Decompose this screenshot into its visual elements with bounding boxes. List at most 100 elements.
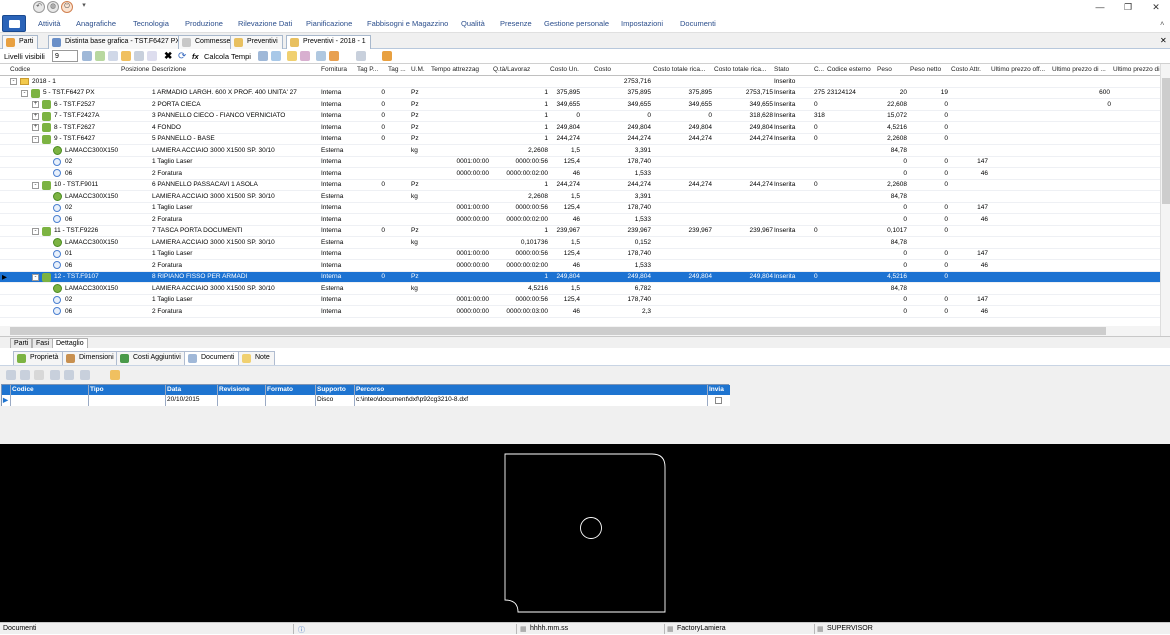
menu-attivita[interactable]: Attività (38, 19, 61, 28)
undo-icon[interactable]: ↶ (33, 1, 45, 13)
table-row[interactable]: - 10 - TST.F9011 6 PANNELLO PASSACAVI 1 AS… (0, 180, 1160, 191)
expand-icon[interactable]: + (32, 124, 39, 131)
col-tipo[interactable]: Tipo (90, 386, 104, 393)
table-row[interactable]: +8 - TST.F2627 4 FONDO Interna Pz Inserita 0 1… (0, 122, 1160, 134)
globe-icon[interactable]: ◍ (47, 1, 59, 13)
export-icon[interactable] (300, 51, 310, 61)
ribbon-collapse-icon[interactable]: ˄ (1160, 19, 1164, 28)
levels-input[interactable] (52, 50, 78, 62)
tree-collapse-icon[interactable] (271, 51, 281, 61)
edit-icon[interactable] (108, 51, 118, 61)
open-folder-icon[interactable] (110, 370, 120, 380)
col-supporto[interactable]: Supporto (317, 386, 346, 393)
col-header[interactable]: Fornitura (321, 66, 356, 73)
expand-icon[interactable]: + (32, 101, 39, 108)
menu-anagrafiche[interactable]: Anagrafiche (76, 19, 116, 28)
horizontal-scrollbar[interactable] (0, 326, 1160, 336)
menu-gestione-personale[interactable]: Gestione personale (544, 19, 609, 28)
table-row[interactable]: 01 1 Taglio Laser Interna 0000:00:56 125,4 17… (0, 249, 1160, 260)
close-tab-icon[interactable]: ✕ (1160, 36, 1167, 45)
tab-distinta-base-grafica[interactable]: Distinta base grafica - TST.F6427 PX (48, 35, 186, 49)
calc-times-button[interactable]: Calcola Tempi (204, 50, 251, 63)
col-revisione[interactable]: Revisione (219, 386, 250, 393)
collapse-icon[interactable]: - (32, 181, 39, 189)
table-row[interactable]: 06 2 Foratura Interna 0000:00:02:00 46 1,533 0… (0, 260, 1160, 272)
tree-expand-icon[interactable] (258, 51, 268, 61)
redo-doc-icon[interactable] (64, 370, 74, 380)
col-header[interactable]: Descrizione (152, 66, 320, 73)
dxf-drawing-viewer[interactable] (0, 444, 1170, 622)
restore-button[interactable]: ❐ (1114, 0, 1142, 14)
vertical-scroll-thumb[interactable] (1162, 78, 1170, 204)
col-data[interactable]: Data (167, 386, 181, 393)
vertical-scrollbar[interactable] (1160, 64, 1170, 336)
col-header[interactable]: Ultimo prezzo di ... (1113, 66, 1163, 73)
table-row[interactable]: - 9 - TST.F6427 5 PANNELLO - BASE Interna Pz… (0, 134, 1160, 145)
col-header[interactable]: Q.tà/Lavoraz (493, 66, 548, 73)
table-row[interactable]: 06 2 Foratura Interna 0000:00:03:00 46 2,3 0 0 4… (0, 306, 1160, 318)
table-row[interactable]: - 11 - TST.F9226 7 TASCA PORTA DOCUMENTI In… (0, 226, 1160, 237)
pencil-icon[interactable] (121, 51, 131, 61)
table-row[interactable]: 06 2 Foratura Interna 0000:00:02:00 46 1,533 0… (0, 214, 1160, 226)
col-header[interactable]: Stato (774, 66, 812, 73)
expand-icon[interactable]: + (32, 112, 39, 120)
settings-icon[interactable] (329, 51, 339, 61)
tab-preventivi[interactable]: Preventivi (230, 35, 283, 49)
table-row[interactable]: 06 2 Foratura Interna 0000:00:02:00 46 1,533 0… (0, 168, 1160, 180)
table-row[interactable]: - 2018 - 1 Inserito 2753,716 (0, 76, 1160, 88)
menu-impostazioni[interactable]: Impostazioni (621, 19, 663, 28)
table-row[interactable]: +7 - TST.F2427A 3 PANNELLO CIECO - FIANCO… (0, 111, 1160, 122)
collapse-icon[interactable]: - (10, 78, 17, 85)
menu-produzione[interactable]: Produzione (185, 19, 223, 28)
table-row[interactable]: 02 1 Taglio Laser Interna 0000:00:56 125,4 17… (0, 157, 1160, 168)
application-menu-button[interactable] (2, 15, 26, 32)
col-header[interactable]: Posizione (121, 66, 151, 73)
col-header[interactable]: Codice esterno (827, 66, 875, 73)
close-button[interactable]: ✕ (1142, 0, 1170, 14)
tab-parti[interactable]: Parti (2, 35, 39, 49)
col-header[interactable]: Ultimo prezzo di ... (1052, 66, 1110, 73)
col-header[interactable]: Costo Attr. (951, 66, 989, 73)
table-row[interactable]: - 5 - TST.F6427 PX 1 ARMADIO LARGH. 600 X … (0, 88, 1160, 99)
tab-documenti[interactable]: Documenti (184, 351, 240, 365)
collapse-icon[interactable]: - (21, 89, 28, 97)
menu-tecnologia[interactable]: Tecnologia (133, 19, 169, 28)
table-row[interactable]: LAMACC300X150 LAMIERA ACCIAIO 3000 X1500 … (0, 145, 1160, 157)
tab-proprieta[interactable]: Proprietà (13, 351, 64, 365)
table-row[interactable]: ▶ - 12 - TST.F9107 8 RIPIANO FISSO PER ARMA… (0, 271, 1160, 283)
table-row[interactable]: ▶ 20/10/2015 Disco c:\inteo\document\dxf… (2, 395, 730, 406)
edit-doc-icon[interactable] (20, 370, 30, 380)
drawing-icon[interactable] (316, 51, 326, 61)
menu-qualita[interactable]: Qualità (461, 19, 485, 28)
col-header[interactable]: Ultimo prezzo off... (991, 66, 1049, 73)
send-checkbox[interactable] (715, 397, 722, 404)
collapse-icon[interactable]: - (32, 273, 39, 281)
col-header[interactable]: Codice (10, 66, 120, 73)
col-header[interactable]: Tag P... (357, 66, 387, 73)
col-header[interactable]: Costo totale rica... (653, 66, 713, 73)
paste-icon[interactable] (147, 51, 157, 61)
menu-documenti[interactable]: Documenti (680, 19, 716, 28)
table-row[interactable]: +6 - TST.F2527 2 PORTA CIECA Interna Pz Inse… (0, 99, 1160, 111)
col-invia[interactable]: Invia (709, 386, 724, 393)
col-header[interactable]: Tempo attrezzag (431, 66, 491, 73)
undo-doc-icon[interactable] (50, 370, 60, 380)
delete-icon[interactable]: ✖ (164, 50, 172, 63)
table-row[interactable]: LAMACC300X150 LAMIERA ACCIAIO 3000 X1500 … (0, 283, 1160, 295)
col-header[interactable]: Costo (594, 66, 639, 73)
delete-doc-icon[interactable] (34, 370, 44, 380)
add-icon[interactable] (95, 51, 105, 61)
col-header[interactable]: C... (814, 66, 826, 73)
fx-icon[interactable]: fx (192, 50, 199, 63)
menu-presenze[interactable]: Presenze (500, 19, 532, 28)
col-formato[interactable]: Formato (267, 386, 293, 393)
collapse-icon[interactable]: - (32, 227, 39, 235)
new-doc-icon[interactable] (6, 370, 16, 380)
refresh-icon[interactable] (82, 51, 92, 61)
minimize-button[interactable]: — (1086, 0, 1114, 14)
menu-fabbisogni-magazzino[interactable]: Fabbisogni e Magazzino (367, 19, 448, 28)
horizontal-scroll-thumb[interactable] (10, 327, 1106, 335)
col-codice[interactable]: Codice (12, 386, 34, 393)
up-doc-icon[interactable] (80, 370, 90, 380)
copy-icon[interactable] (134, 51, 144, 61)
